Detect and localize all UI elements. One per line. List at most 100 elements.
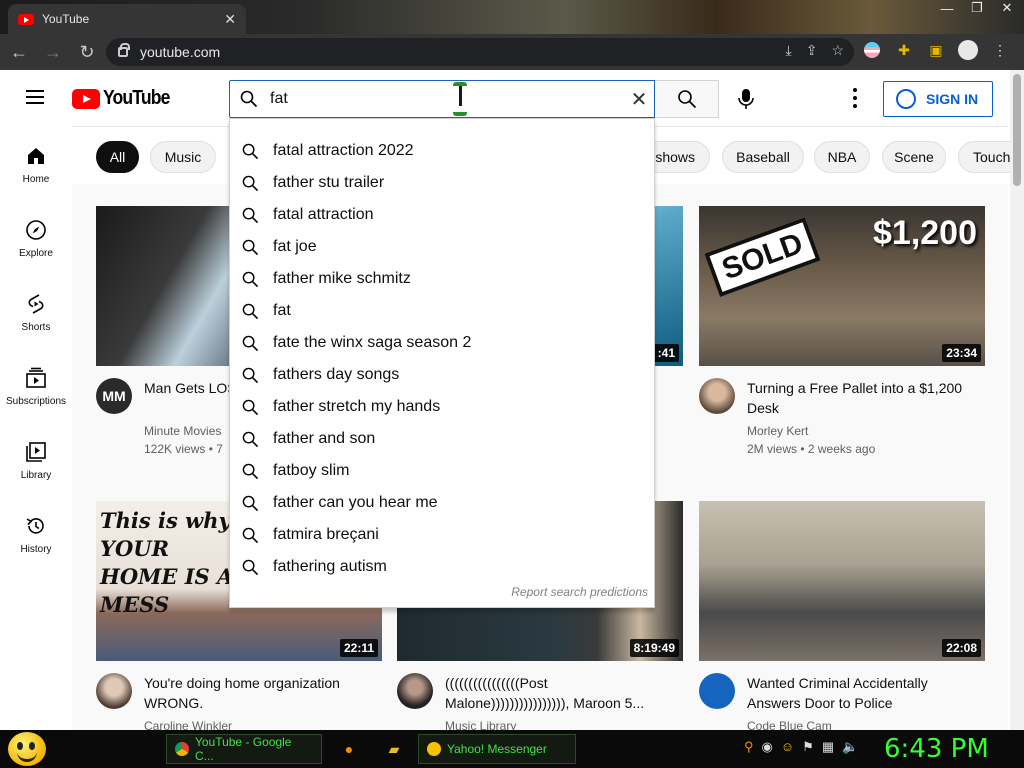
search-tray-icon[interactable]: ⚲ [744,739,754,755]
suggestion-item[interactable]: fatmira breçani [230,519,654,551]
flag-tray-icon[interactable]: ⚑ [802,739,814,755]
scrollbar-thumb[interactable] [1013,74,1021,186]
browser-titlebar: YouTube ✕ — ❐ ✕ [0,0,1024,34]
voice-search-button[interactable] [728,81,764,117]
channel-avatar[interactable] [96,673,132,709]
video-title[interactable]: Turning a Free Pallet into a $1,200 Desk [747,378,977,418]
suggestion-item[interactable]: fat [230,295,654,327]
url-text: youtube.com [140,44,221,60]
chip-baseball[interactable]: Baseball [722,141,804,173]
chip-touch[interactable]: Touch [958,141,1018,173]
video-card[interactable]: SOLD $1,200 23:34 Turning a Free Pallet … [699,206,985,462]
video-thumbnail[interactable]: SOLD $1,200 23:34 [699,206,985,366]
channel-avatar[interactable]: MM [96,378,132,414]
report-predictions-link[interactable]: Report search predictions [511,585,648,599]
suggestion-text: father stretch my hands [273,398,441,415]
sign-in-label: SIGN IN [926,91,979,107]
tab-close-icon[interactable]: ✕ [224,11,236,28]
sidebar-item-history[interactable]: History [0,496,72,570]
taskbar-yahoo-button[interactable]: Yahoo! Messenger [418,734,576,764]
channel-name[interactable]: Music Library [445,719,516,730]
sign-in-button[interactable]: SIGN IN [883,81,993,117]
channel-name[interactable]: Caroline Winkler [144,719,232,730]
search-icon [242,495,259,511]
search-button[interactable] [655,80,719,118]
sidebar-item-shorts[interactable]: Shorts [0,274,72,348]
page-scrollbar[interactable] [1010,70,1024,730]
status-tray-icon[interactable]: ◉ [762,739,773,755]
search-input[interactable]: fat ✕ [229,80,655,118]
suggestion-item[interactable]: fathers day songs [230,359,654,391]
install-icon[interactable]: ⤓ [786,42,792,59]
channel-avatar[interactable] [699,673,735,709]
bookmark-star-icon[interactable]: ☆ [831,42,844,59]
messenger-tray-icon[interactable]: ☺ [781,739,794,755]
suggestion-text: fatal attraction [273,206,374,223]
sidebar-item-explore[interactable]: Explore [0,200,72,274]
sidebar-item-library[interactable]: Library [0,422,72,496]
menu-icon[interactable] [26,90,44,104]
clear-search-icon[interactable]: ✕ [624,87,654,112]
chrome-icon [175,742,189,756]
suggestion-item[interactable]: fat joe [230,231,654,263]
address-bar[interactable]: youtube.com ⤓ ⇪ ☆ [106,38,854,66]
chip-music[interactable]: Music [150,141,216,173]
suggestion-item[interactable]: fate the winx saga season 2 [230,327,654,359]
video-title[interactable]: Wanted Criminal Accidentally Answers Doo… [747,673,977,713]
suggestion-item[interactable]: father mike schmitz [230,263,654,295]
chip-nba[interactable]: NBA [814,141,870,173]
channel-avatar[interactable] [397,673,433,709]
suggestion-item[interactable]: fatal attraction 2022 [230,135,654,167]
suggestion-item[interactable]: fathering autism [230,551,654,583]
browser-tab[interactable]: YouTube ✕ [8,4,246,34]
video-card[interactable]: 22:08 Wanted Criminal Accidentally Answe… [699,501,985,730]
search-icon [240,90,258,108]
price-overlay: $1,200 [873,214,977,252]
account-icon [896,89,916,109]
youtube-logo[interactable]: YouTube [72,87,179,110]
close-window-button[interactable]: ✕ [996,0,1018,16]
suggestion-item[interactable]: father stu trailer [230,167,654,199]
back-arrow-icon[interactable]: ← [4,37,34,67]
channel-avatar[interactable] [699,378,735,414]
suggestion-item[interactable]: father can you hear me [230,487,654,519]
maximize-button[interactable]: ❐ [966,0,988,16]
puzzle-extensions-icon[interactable]: ✚ [894,40,914,60]
channel-name[interactable]: Code Blue Cam [747,719,832,730]
minimize-button[interactable]: — [936,0,958,16]
video-stats: 2M views • 2 weeks ago [747,442,876,456]
channel-name[interactable]: Minute Movies [144,424,221,438]
firefox-icon[interactable]: ● [339,739,359,759]
profile-avatar-icon[interactable] [958,40,978,60]
suggestion-item[interactable]: fatboy slim [230,455,654,487]
video-duration: 8:19:49 [629,639,679,657]
chip-scene[interactable]: Scene [882,141,946,173]
share-icon[interactable]: ⇪ [806,42,818,59]
browser-menu-icon[interactable]: ⋮ [990,40,1010,60]
volume-tray-icon[interactable]: 🔈 [842,739,858,755]
taskbar-chrome-button[interactable]: YouTube - Google C... [166,734,322,764]
sidepanel-icon[interactable]: ▣ [926,40,946,60]
reload-icon[interactable]: ↻ [72,37,102,67]
folder-icon[interactable]: ▰ [384,739,404,759]
settings-kebab-icon[interactable] [846,88,864,108]
sidebar-item-home[interactable]: Home [0,126,72,200]
suggestion-text: father and son [273,430,376,447]
flag-extension-icon[interactable] [862,40,882,60]
network-tray-icon[interactable]: ▦ [822,739,834,755]
chip-all[interactable]: All [96,141,139,173]
start-smiley-icon[interactable] [8,732,46,766]
video-duration: :41 [653,344,679,362]
sidebar-item-subscriptions[interactable]: Subscriptions [0,348,72,422]
search-suggestions-dropdown: fatal attraction 2022 father stu trailer f… [229,118,655,608]
video-title[interactable]: ((((((((((((((((Post Malone)))))))))))))… [445,673,675,713]
channel-name[interactable]: Morley Kert [747,424,808,438]
suggestion-item[interactable]: fatal attraction [230,199,654,231]
video-thumbnail[interactable]: 22:08 [699,501,985,661]
forward-arrow-icon[interactable]: → [38,37,68,67]
sidebar-label: Home [22,174,50,185]
video-title[interactable]: You're doing home organization WRONG. [144,673,374,713]
suggestion-item[interactable]: father stretch my hands [230,391,654,423]
system-tray: ⚲ ◉ ☺ ⚑ ▦ 🔈 [744,739,858,755]
suggestion-item[interactable]: father and son [230,423,654,455]
